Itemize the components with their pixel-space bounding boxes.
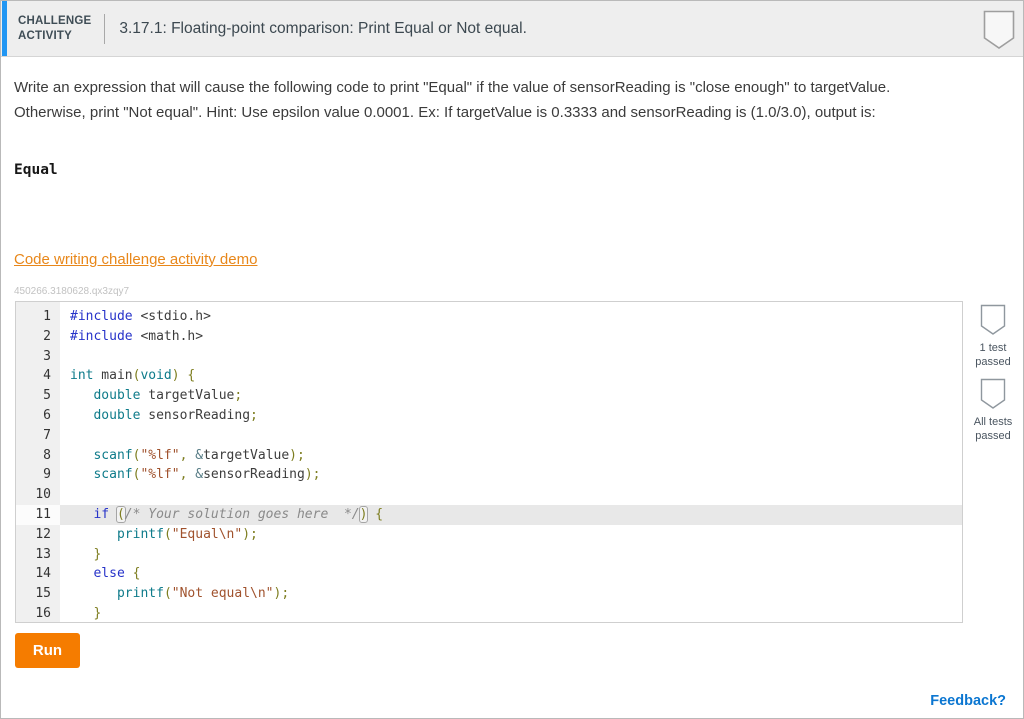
challenge-activity-page: CHALLENGE ACTIVITY 3.17.1: Floating-poin…: [0, 0, 1024, 719]
line-number: 13: [16, 544, 60, 565]
line-number: 7: [16, 425, 60, 446]
line-number: 15: [16, 584, 60, 604]
code-line[interactable]: 2 #include <math.h>: [16, 326, 962, 347]
activity-id: 450266.3180628.qx3zqy7: [14, 286, 130, 297]
test-shield-icon: [980, 378, 1006, 409]
line-number: 9: [16, 465, 60, 486]
header-divider: [104, 13, 106, 44]
challenge-activity-badge: CHALLENGE ACTIVITY: [18, 14, 91, 44]
code-text: double targetValue;: [93, 388, 243, 404]
test-label: 1 test passed: [975, 342, 1011, 368]
code-line[interactable]: 16 }: [16, 603, 962, 622]
test-badge-all: All tests passed: [967, 378, 1019, 443]
code-editor-rows: 1 #include <stdio.h> 2 #include <math.h> 3 4 i…: [16, 302, 962, 622]
code-text: else {: [93, 566, 141, 582]
code-text: #include <stdio.h>: [70, 309, 211, 324]
instructions-paragraph: Write an expression that will cause the …: [14, 79, 891, 121]
code-line[interactable]: 12 printf("Equal\n");: [16, 524, 962, 545]
code-text: scanf("%lf", &sensorReading);: [93, 467, 321, 483]
code-text: }: [93, 605, 102, 621]
test-label: All tests passed: [973, 416, 1013, 442]
code-line[interactable]: 8 scanf("%lf", &targetValue);: [16, 445, 962, 466]
test-badge-single: 1 test passed: [967, 304, 1019, 369]
code-line[interactable]: 10: [16, 485, 962, 505]
accent-bar: [2, 1, 7, 56]
sample-output: Equal: [14, 162, 58, 178]
line-number: 4: [16, 366, 60, 387]
line-number: 16: [16, 603, 60, 622]
code-line[interactable]: 7: [16, 425, 962, 446]
feedback-link[interactable]: Feedback?: [930, 693, 1006, 709]
code-text: double sensorReading;: [93, 407, 258, 423]
code-text: if (/* Your solution goes here */) {: [93, 505, 384, 523]
line-number: 11: [16, 504, 60, 525]
challenge-badge-line1: CHALLENGE: [18, 14, 92, 27]
code-line[interactable]: 9 scanf("%lf", &sensorReading);: [16, 465, 962, 486]
challenge-badge-line2: ACTIVITY: [18, 29, 72, 42]
line-number: 5: [16, 386, 60, 406]
code-line[interactable]: 1 #include <stdio.h>: [16, 307, 962, 327]
line-number: 8: [16, 445, 60, 466]
header: CHALLENGE ACTIVITY 3.17.1: Floating-poin…: [1, 1, 1023, 57]
code-line[interactable]: 4 int main(void) {: [16, 366, 962, 387]
line-number: 12: [16, 524, 60, 545]
line-number: 10: [16, 485, 60, 505]
line-number: 3: [16, 346, 60, 367]
activity-title: 3.17.1: Floating-point comparison: Print…: [119, 19, 527, 37]
code-text: printf("Equal\n");: [116, 526, 258, 542]
code-text: #include <math.h>: [70, 328, 204, 344]
line-number: 14: [16, 564, 60, 585]
code-line[interactable]: 15 printf("Not equal\n");: [16, 584, 962, 604]
line-number: 1: [16, 307, 60, 327]
line-number: 2: [16, 326, 60, 347]
test-shield-icon: [980, 304, 1006, 335]
test-rail: 1 test passed All tests passed: [967, 304, 1019, 452]
code-line[interactable]: 3: [16, 346, 962, 367]
code-line[interactable]: 14 else {: [16, 564, 962, 585]
code-line[interactable]: 13 }: [16, 544, 962, 565]
code-text: }: [93, 546, 102, 562]
code-text: printf("Not equal\n");: [116, 586, 290, 602]
code-text: int main(void) {: [70, 368, 196, 384]
code-line[interactable]: 6 double sensorReading;: [16, 405, 962, 426]
run-button[interactable]: Run: [15, 633, 80, 668]
code-text: scanf("%lf", &targetValue);: [93, 447, 305, 463]
shield-icon: [983, 10, 1015, 49]
line-number: 6: [16, 405, 60, 426]
code-line[interactable]: 5 double targetValue;: [16, 386, 962, 406]
code-editor[interactable]: 1 #include <stdio.h> 2 #include <math.h> 3 4 i…: [15, 301, 963, 623]
code-line[interactable]: 11 if (/* Your solution goes here */) {: [16, 504, 962, 525]
demo-link[interactable]: Code writing challenge activity demo: [14, 251, 257, 268]
